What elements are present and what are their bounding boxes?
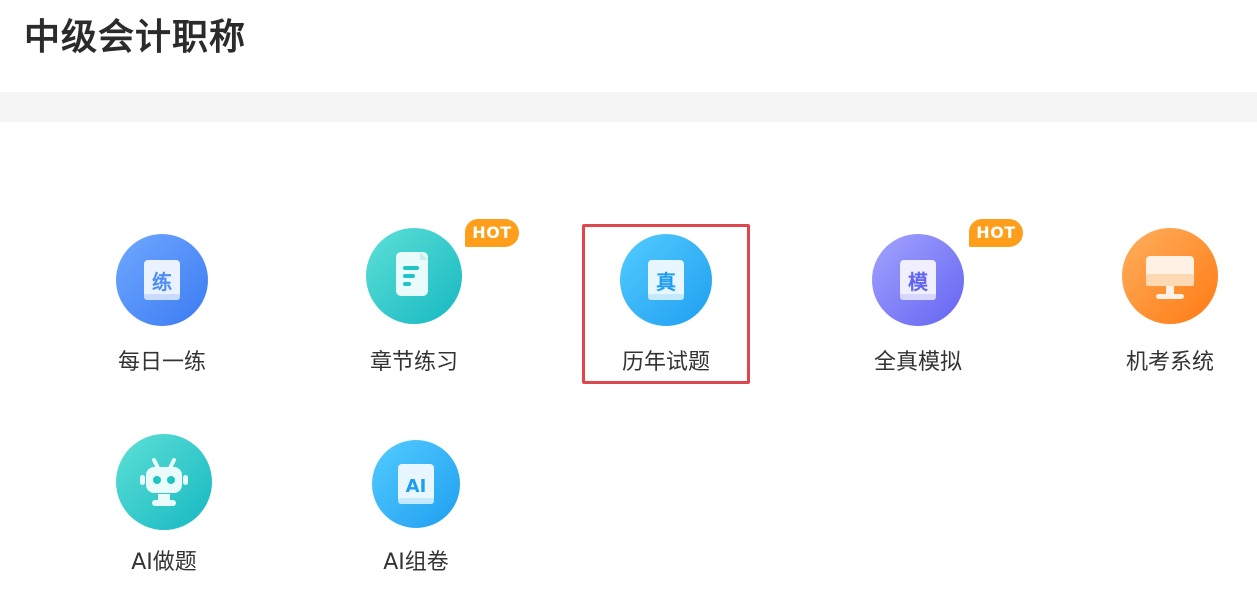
tile-chapter-practice[interactable]: 章节练习 [344, 228, 484, 388]
tile-label: AI组卷 [383, 550, 449, 575]
mock-exam-icon-glyph: 模 [908, 270, 929, 294]
page: 中级会计职称 练 每日一练 章节练习 HOT 真 历年试题 模 全真模拟 HOT… [0, 0, 1257, 603]
tile-label: 全真模拟 [873, 350, 962, 375]
tile-ai-practice[interactable]: AI做题 [94, 434, 234, 594]
past-exams-icon-glyph: 真 [656, 270, 676, 294]
daily-practice-icon-glyph: 练 [152, 270, 172, 294]
tile-label: 章节练习 [369, 350, 458, 375]
mock-exam-icon: 模 [872, 234, 964, 326]
tile-label: 机考系统 [1125, 350, 1214, 375]
hot-badge: HOT [465, 219, 519, 247]
page-title: 中级会计职称 [24, 17, 247, 58]
tile-label: 历年试题 [621, 350, 710, 375]
computer-exam-icon [1122, 228, 1218, 324]
chapter-practice-icon [366, 228, 462, 324]
tile-label: AI做题 [131, 550, 197, 575]
tile-past-exams[interactable]: 真 历年试题 [596, 234, 736, 394]
header: 中级会计职称 [0, 0, 1257, 92]
tile-label: 每日一练 [117, 350, 206, 375]
tile-mock-exam[interactable]: 模 全真模拟 [848, 234, 988, 394]
tile-ai-paper[interactable]: AI AI组卷 [346, 440, 486, 600]
ai-paper-icon: AI [372, 440, 460, 528]
ai-paper-icon-glyph: AI [406, 476, 427, 497]
ai-robot-icon [116, 434, 212, 530]
past-exams-icon: 真 [620, 234, 712, 326]
tile-computer-exam[interactable]: 机考系统 [1100, 228, 1240, 388]
hot-badge: HOT [969, 219, 1023, 247]
divider-band [0, 92, 1257, 122]
tile-daily-practice[interactable]: 练 每日一练 [92, 234, 232, 394]
daily-practice-icon: 练 [116, 234, 208, 326]
